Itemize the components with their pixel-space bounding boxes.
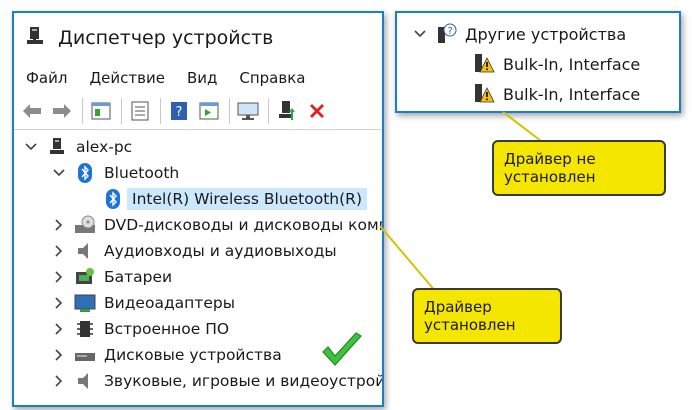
- menu-view[interactable]: Вид: [187, 69, 217, 87]
- menu-file[interactable]: Файл: [26, 69, 67, 87]
- chevron-down-icon[interactable]: [413, 27, 427, 41]
- tree-node-intel-bluetooth[interactable]: Intel(R) Wireless Bluetooth(R): [102, 186, 367, 212]
- callout-not-installed: Драйвер не установлен: [492, 140, 666, 196]
- chevron-right-icon[interactable]: [52, 348, 66, 362]
- category-label: Звуковые, игровые и видеоустройства: [104, 372, 384, 390]
- category-label: Дисковые устройства: [104, 346, 282, 364]
- chevron-right-icon[interactable]: [52, 322, 66, 336]
- computer-icon: [46, 136, 68, 158]
- pointer-installed: [379, 225, 437, 293]
- chevron-down-icon[interactable]: [52, 166, 66, 180]
- title-bar: Диспетчер устройств: [14, 13, 382, 63]
- callout-installed-text: Драйвер установлен: [424, 298, 516, 334]
- toolbar-separator: [160, 98, 161, 124]
- other-devices-window: ? Другие устройства Bulk-In, Interface B…: [395, 11, 681, 113]
- device-name: Bulk-In, Interface: [503, 84, 641, 104]
- display-adapter-icon: [74, 292, 96, 314]
- tree-node-firmware[interactable]: Встроенное ПО: [52, 316, 229, 342]
- category-label: Аудиовходы и аудиовыходы: [104, 242, 337, 260]
- tree-node-other-devices[interactable]: ? Другие устройства: [413, 21, 626, 47]
- menu-help[interactable]: Справка: [239, 69, 305, 87]
- category-label: Другие устройства: [465, 24, 627, 44]
- menu-action[interactable]: Действие: [89, 69, 165, 87]
- category-label: DVD-дисководы и дисководы компакт-дисков: [104, 216, 382, 234]
- scan-icon[interactable]: [236, 99, 260, 123]
- computer-name: alex-pc: [76, 138, 133, 156]
- properties-icon[interactable]: [89, 99, 113, 123]
- tree-node-bulk-in-2[interactable]: Bulk-In, Interface: [473, 81, 640, 107]
- chevron-right-icon[interactable]: [52, 374, 66, 388]
- warning-device-icon: [473, 83, 495, 105]
- menu-bar: Файл Действие Вид Справка: [14, 63, 382, 93]
- tree-node-audio-io[interactable]: Аудиовходы и аудиовыходы: [52, 238, 337, 264]
- tree-node-bluetooth[interactable]: Bluetooth: [52, 160, 179, 186]
- category-label: Батареи: [104, 268, 173, 286]
- disk-drive-icon: [74, 344, 96, 366]
- help-icon[interactable]: ?: [167, 99, 191, 123]
- view-icon[interactable]: [197, 99, 221, 123]
- speaker-icon: [74, 240, 96, 262]
- device-name-selected: Intel(R) Wireless Bluetooth(R): [127, 188, 367, 210]
- firmware-chip-icon: [74, 318, 96, 340]
- device-name: Bulk-In, Interface: [503, 54, 641, 74]
- toolbar: ?: [14, 93, 382, 130]
- warning-device-icon: [473, 53, 495, 75]
- checkmark-icon: [320, 332, 364, 374]
- tree-node-dvd[interactable]: DVD-дисководы и дисководы компакт-дисков: [52, 212, 382, 238]
- callout-installed: Драйвер установлен: [412, 288, 562, 344]
- tree-node-batteries[interactable]: Батареи: [52, 264, 172, 290]
- chevron-right-icon[interactable]: [52, 296, 66, 310]
- battery-icon: [74, 266, 96, 288]
- bluetooth-icon: [102, 188, 124, 210]
- uninstall-icon[interactable]: [305, 99, 329, 123]
- chevron-right-icon[interactable]: [52, 244, 66, 258]
- category-label: Видеоадаптеры: [104, 294, 235, 312]
- svg-text:?: ?: [447, 26, 452, 37]
- bluetooth-icon: [74, 162, 96, 184]
- toolbar-separator: [229, 98, 230, 124]
- chevron-right-icon[interactable]: [52, 270, 66, 284]
- device-manager-icon: [24, 25, 46, 51]
- toolbar-separator: [121, 98, 122, 124]
- device-manager-window: Диспетчер устройств Файл Действие Вид Сп…: [12, 11, 384, 407]
- chevron-right-icon[interactable]: [52, 218, 66, 232]
- sound-icon: [74, 370, 96, 392]
- tree-node-computer[interactable]: alex-pc: [24, 134, 132, 160]
- list-icon[interactable]: [128, 99, 152, 123]
- tree-node-disk-drives[interactable]: Дисковые устройства: [52, 342, 282, 368]
- category-label: Встроенное ПО: [104, 320, 230, 338]
- toolbar-separator: [268, 98, 269, 124]
- window-title: Диспетчер устройств: [58, 27, 274, 49]
- unknown-device-icon: ?: [435, 23, 457, 45]
- tree-node-bulk-in-1[interactable]: Bulk-In, Interface: [473, 51, 640, 77]
- callout-not-installed-text: Драйвер не установлен: [504, 150, 596, 186]
- tree-node-display-adapters[interactable]: Видеоадаптеры: [52, 290, 235, 316]
- chevron-down-icon[interactable]: [24, 140, 38, 154]
- update-driver-icon[interactable]: [275, 99, 299, 123]
- svg-text:?: ?: [176, 105, 183, 120]
- dvd-drive-icon: [74, 214, 96, 236]
- back-icon[interactable]: [20, 99, 44, 123]
- toolbar-separator: [82, 98, 83, 124]
- bluetooth-label: Bluetooth: [104, 164, 180, 182]
- forward-icon[interactable]: [50, 99, 74, 123]
